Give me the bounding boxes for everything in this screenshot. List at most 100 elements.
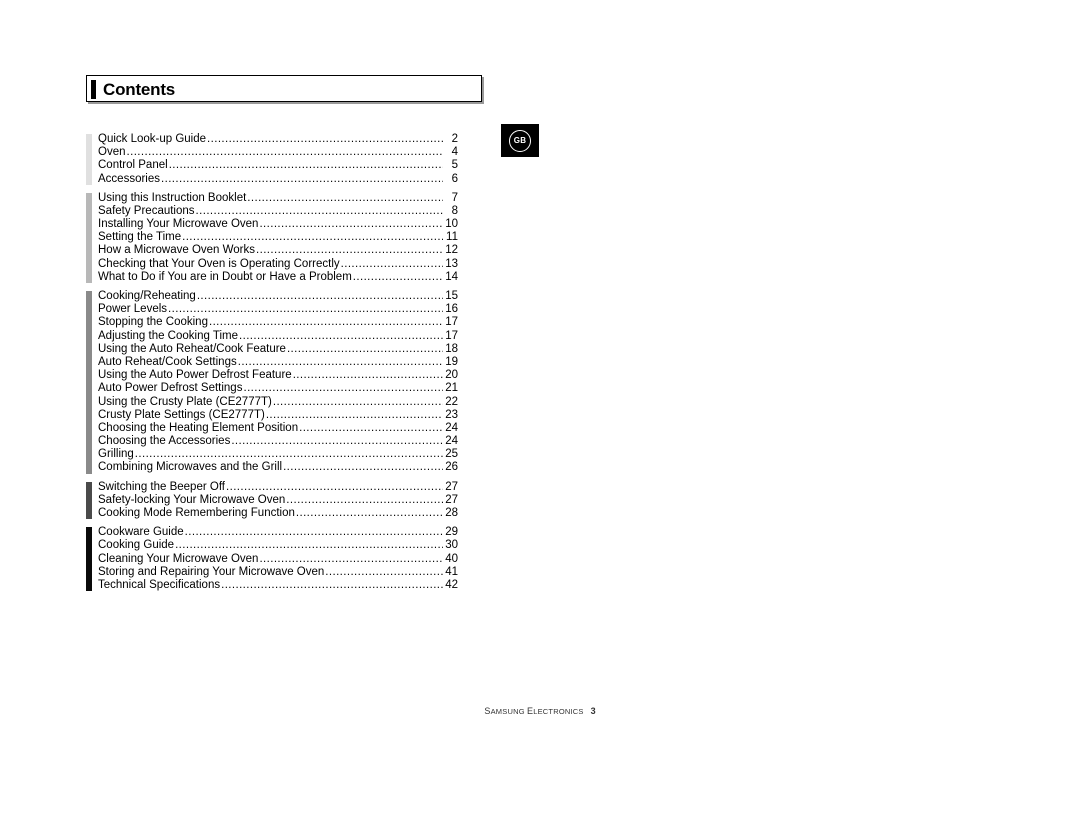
page-title: Contents (103, 80, 176, 99)
toc-entry-page-number: 5 (451, 159, 458, 172)
table-of-contents: Quick Look-up Guide2Oven 4Control Panel 5… (86, 133, 458, 592)
toc-entry[interactable]: Switching the Beeper Off 27 (98, 481, 458, 494)
toc-entry-page-number: 30 (445, 539, 458, 552)
toc-group-bar (86, 291, 92, 474)
toc-leader-dots (341, 258, 443, 271)
toc-entry[interactable]: Auto Power Defrost Settings 21 (98, 382, 458, 395)
toc-entry[interactable]: Oven 4 (98, 146, 458, 159)
toc-leader-dots (259, 553, 443, 566)
toc-entry[interactable]: Checking that Your Oven is Operating Cor… (98, 258, 458, 271)
toc-leader-dots (353, 271, 443, 284)
toc-entry-page-number: 11 (446, 231, 458, 244)
toc-entry[interactable]: Control Panel 5 (98, 159, 458, 172)
toc-leader-dots (238, 356, 443, 369)
toc-entry-page-number: 12 (445, 244, 458, 257)
toc-entry-page-number: 29 (445, 526, 458, 539)
toc-entry-title: Switching the Beeper Off (98, 480, 225, 493)
toc-entry-title: Using this Instruction Booklet (98, 191, 247, 204)
toc-entry[interactable]: What to Do if You are in Doubt or Have a… (98, 271, 458, 284)
toc-entry[interactable]: Using this Instruction Booklet 7 (98, 192, 458, 205)
toc-leader-dots (185, 526, 443, 539)
toc-group: Cookware Guide 29Cooking Guide 30Cleanin… (86, 526, 458, 592)
toc-entry[interactable]: Using the Auto Reheat/Cook Feature 18 (98, 343, 458, 356)
toc-entry-page-number: 17 (445, 316, 458, 329)
toc-leader-dots (259, 218, 443, 231)
toc-leader-dots (231, 435, 443, 448)
toc-entry[interactable]: Power Levels 16 (98, 303, 458, 316)
toc-entry[interactable]: Cleaning Your Microwave Oven 40 (98, 553, 458, 566)
toc-entry-page-number: 19 (445, 355, 458, 368)
toc-entry[interactable]: Choosing the Accessories 24 (98, 435, 458, 448)
toc-entry[interactable]: Combining Microwaves and the Grill 26 (98, 461, 458, 474)
toc-entry-page-number: 8 (451, 204, 458, 217)
toc-leader-dots (299, 422, 443, 435)
toc-entry[interactable]: Auto Reheat/Cook Settings 19 (98, 356, 458, 369)
toc-entry-title: Choosing the Accessories (98, 435, 231, 448)
toc-group: Using this Instruction Booklet 7Safety P… (86, 192, 458, 284)
toc-entry-title: Cooking Mode Remembering Function (98, 507, 295, 520)
toc-entry[interactable]: Cooking/Reheating 15 (98, 290, 458, 303)
toc-leader-dots (221, 579, 443, 592)
toc-entry-title: Control Panel (98, 159, 168, 172)
toc-entry[interactable]: Grilling 25 (98, 448, 458, 461)
toc-entry-page-number: 18 (445, 342, 458, 355)
footer-page-number: 3 (590, 706, 596, 716)
toc-entry[interactable]: Cookware Guide 29 (98, 526, 458, 539)
toc-entry[interactable]: Accessories 6 (98, 173, 458, 186)
toc-entry[interactable]: Technical Specifications 42 (98, 579, 458, 592)
toc-entry[interactable]: Cooking Mode Remembering Function 28 (98, 507, 458, 520)
page-footer: SAMSUNG ELECTRONICS 3 (0, 706, 1080, 716)
toc-leader-dots (247, 192, 443, 205)
toc-entry-title: Stopping the Cooking (98, 316, 208, 329)
toc-entry-page-number: 7 (451, 191, 458, 204)
toc-entry[interactable]: Setting the Time 11 (98, 231, 458, 244)
toc-entry-title: Auto Reheat/Cook Settings (98, 355, 237, 368)
toc-entry[interactable]: Quick Look-up Guide 2 (98, 133, 458, 146)
toc-entry[interactable]: Installing Your Microwave Oven 10 (98, 218, 458, 231)
toc-entry-title: Power Levels (98, 303, 168, 316)
toc-leader-dots (293, 369, 443, 382)
toc-entry[interactable]: Storing and Repairing Your Microwave Ove… (98, 566, 458, 579)
toc-entry[interactable]: Crusty Plate Settings (CE2777T) 23 (98, 409, 458, 422)
toc-group: Switching the Beeper Off 27Safety-lockin… (86, 481, 458, 520)
toc-entry[interactable]: Choosing the Heating Element Position 24 (98, 422, 458, 435)
toc-entry-page-number: 41 (445, 565, 458, 578)
toc-group: Cooking/Reheating15Power Levels 16Stoppi… (86, 290, 458, 475)
toc-entry-title: Adjusting the Cooking Time (98, 329, 238, 342)
toc-entry[interactable]: Safety Precautions 8 (98, 205, 458, 218)
toc-entry-page-number: 26 (445, 461, 458, 474)
toc-entry-page-number: 2 (451, 132, 458, 145)
toc-entry-page-number: 17 (445, 329, 458, 342)
toc-leader-dots (207, 133, 443, 146)
toc-entry-page-number: 16 (445, 303, 458, 316)
footer-brand-lectronics: LECTRONICS (533, 707, 584, 716)
toc-entry-title: Cleaning Your Microwave Oven (98, 552, 259, 565)
toc-entry-page-number: 23 (445, 408, 458, 421)
toc-leader-dots (135, 448, 443, 461)
toc-entry-title: Auto Power Defrost Settings (98, 382, 243, 395)
toc-entry-page-number: 25 (445, 448, 458, 461)
toc-entry-title: Using the Crusty Plate (CE2777T) (98, 395, 272, 408)
toc-entry-page-number: 21 (445, 382, 458, 395)
toc-entry[interactable]: Safety-locking Your Microwave Oven 27 (98, 494, 458, 507)
toc-entry-title: Grilling (98, 448, 134, 461)
toc-leader-dots (256, 245, 443, 258)
toc-entry-page-number: 40 (445, 552, 458, 565)
toc-leader-dots (175, 539, 443, 552)
toc-entry[interactable]: How a Microwave Oven Works 12 (98, 244, 458, 258)
toc-entry[interactable]: Cooking Guide 30 (98, 539, 458, 552)
toc-entry[interactable]: Stopping the Cooking 17 (98, 316, 458, 329)
toc-entry-page-number: 20 (445, 369, 458, 382)
toc-entry-title: Using the Auto Power Defrost Feature (98, 369, 292, 382)
toc-entry[interactable]: Using the Auto Power Defrost Feature 20 (98, 369, 458, 382)
toc-entry-page-number: 24 (445, 435, 458, 448)
locale-badge-gb: GB (501, 124, 539, 157)
footer-brand: SAMSUNG ELECTRONICS (484, 706, 584, 716)
toc-leader-dots (243, 382, 443, 395)
title-accent-bar (91, 80, 96, 99)
toc-entry-title: Setting the Time (98, 231, 182, 244)
toc-leader-dots (266, 409, 443, 422)
toc-entry[interactable]: Adjusting the Cooking Time 17 (98, 330, 458, 343)
toc-entry[interactable]: Using the Crusty Plate (CE2777T) 22 (98, 396, 458, 409)
toc-entry-title: Safety-locking Your Microwave Oven (98, 493, 286, 506)
